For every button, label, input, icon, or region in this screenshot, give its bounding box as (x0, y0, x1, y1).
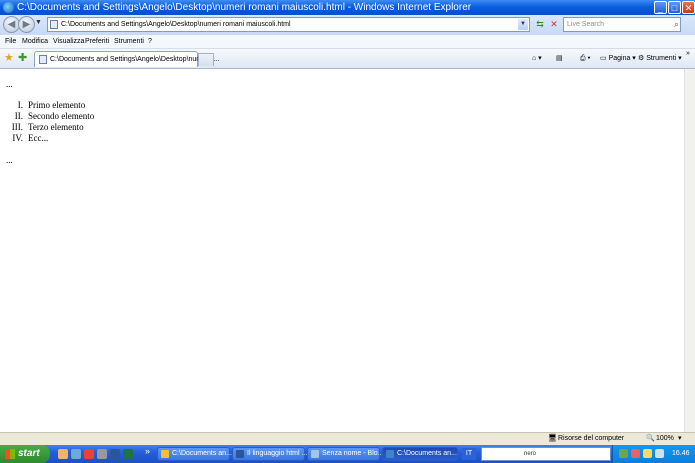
list-numeral: IV. (12, 133, 23, 143)
page-menu-icon: ▭ (600, 55, 609, 62)
list-numeral: III. (11, 122, 23, 132)
system-tray: 16.46 (612, 445, 695, 463)
tools-gear-icon: ⚙ (638, 55, 647, 62)
tray-arrow-icon[interactable] (619, 449, 628, 458)
tools-menu-button[interactable]: ⚙ Strumenti ▾ (638, 52, 682, 65)
taskbar-button-label: C:\Documents an... (172, 450, 232, 457)
windows-logo-icon (5, 449, 15, 459)
toolbar-overflow[interactable]: » (686, 47, 690, 60)
address-dropdown-icon[interactable]: ▼ (518, 19, 528, 30)
search-icon[interactable]: ⌕ (674, 18, 679, 31)
notepad-icon (311, 450, 319, 458)
word-doc-icon (236, 450, 244, 458)
tray-volume-icon[interactable] (655, 449, 664, 458)
taskbar-button-label: Senza nome - Blo... (322, 450, 384, 457)
word-icon[interactable] (110, 449, 120, 459)
list-numeral: II. (14, 111, 23, 121)
address-toolbar: ◀ ▶ ▼ C:\Documents and Settings\Angelo\D… (0, 15, 695, 35)
back-arrow-icon: ◀ (7, 19, 16, 30)
page-icon (50, 20, 58, 29)
start-label: start (18, 448, 40, 459)
clock: 16.46 (672, 450, 690, 457)
forward-arrow-icon: ▶ (22, 19, 31, 30)
nero-toolbar[interactable]: nero (481, 447, 611, 461)
start-button[interactable]: start (0, 445, 50, 463)
list-item-text: Terzo elemento (28, 122, 84, 132)
feeds-icon[interactable]: ▤ (556, 52, 563, 65)
add-favorite-icon[interactable]: ✚ (18, 52, 27, 64)
computer-zone-icon: 🖥 (548, 435, 557, 442)
refresh-button[interactable]: ⇆ (533, 18, 547, 31)
page-menu-label: Pagina (608, 55, 631, 62)
tools-menu-label: Strumenti (646, 55, 677, 62)
taskbar: start » C:\Documents an... Il linguaggio… (0, 445, 695, 463)
search-box[interactable]: Live Search ⌕ (563, 17, 681, 32)
menu-help[interactable]: ? (148, 35, 152, 48)
history-dropdown-icon[interactable]: ▼ (35, 19, 42, 26)
page-icon (39, 55, 47, 64)
maximize-button[interactable]: □ (668, 1, 681, 14)
menu-visualizza[interactable]: Visualizza (53, 35, 84, 48)
list-item-text: Secondo elemento (28, 111, 95, 121)
folder-icon (161, 450, 169, 458)
home-icon[interactable]: ⌂ ▾ (532, 52, 542, 65)
zoom-icon: 🔍 (646, 435, 655, 442)
ie-quicklaunch-icon[interactable] (84, 449, 94, 459)
forward-button[interactable]: ▶ (18, 16, 35, 33)
menu-modifica[interactable]: Modifica (22, 35, 48, 48)
address-url[interactable]: C:\Documents and Settings\Angelo\Desktop… (61, 18, 291, 31)
status-bar: 🖥 Risorse del computer 🔍 100% ▾ (0, 432, 695, 445)
tray-shield-icon[interactable] (631, 449, 640, 458)
zoom-level[interactable]: 100% (656, 433, 674, 445)
menu-file[interactable]: File (5, 35, 16, 48)
show-desktop-icon[interactable] (71, 449, 81, 459)
close-button[interactable]: ✕ (682, 1, 695, 14)
print-icon[interactable]: ⎙ ▾ (580, 52, 591, 65)
taskbar-button-notepad[interactable]: Senza nome - Blo... (307, 447, 384, 461)
tab-label: C:\Documents and Settings\Angelo\Desktop… (50, 56, 220, 63)
excel-icon[interactable] (123, 449, 133, 459)
bottom-ellipsis: ... (6, 155, 13, 165)
taskbar-button-label: C:\Documents an... (397, 450, 457, 457)
menu-bar: File Modifica Visualizza Preferiti Strum… (0, 35, 695, 49)
tray-network-icon[interactable] (643, 449, 652, 458)
tab-bar: ★ ✚ C:\Documents and Settings\Angelo\Des… (0, 49, 695, 69)
vertical-scrollbar[interactable] (684, 69, 695, 432)
search-placeholder: Live Search (567, 21, 604, 28)
list-item-text: Ecc... (28, 133, 49, 143)
favorites-star-icon[interactable]: ★ (4, 52, 14, 64)
page-content: ... I. Primo elemento II. Secondo elemento… (0, 69, 684, 432)
tab-current-page[interactable]: C:\Documents and Settings\Angelo\Desktop… (34, 51, 220, 67)
top-ellipsis: ... (6, 79, 13, 89)
quicklaunch-icon[interactable] (58, 449, 68, 459)
new-tab-button[interactable] (198, 53, 214, 66)
internet-explorer-icon (3, 2, 14, 13)
zoom-dropdown-icon[interactable]: ▾ (678, 433, 682, 445)
quicklaunch-overflow[interactable]: » (145, 446, 150, 456)
taskbar-button-ie[interactable]: C:\Documents an... (382, 447, 458, 461)
nero-label: nero (524, 451, 537, 457)
language-indicator[interactable]: IT (462, 448, 476, 460)
address-field[interactable]: C:\Documents and Settings\Angelo\Desktop… (47, 17, 530, 32)
list-numeral: I. (17, 100, 23, 110)
taskbar-button-explorer[interactable]: C:\Documents an... (157, 447, 232, 461)
page-menu-button[interactable]: ▭ Pagina ▾ (600, 52, 636, 65)
stop-button[interactable]: ✕ (547, 18, 561, 31)
title-bar: C:\Documents and Settings\Angelo\Desktop… (0, 0, 695, 15)
window-title: C:\Documents and Settings\Angelo\Desktop… (17, 2, 472, 13)
list-item-text: Primo elemento (28, 100, 86, 110)
minimize-button[interactable]: _ (654, 1, 667, 14)
menu-preferiti[interactable]: Preferiti (85, 35, 109, 48)
menu-strumenti[interactable]: Strumenti (114, 35, 144, 48)
taskbar-button-word[interactable]: Il linguaggio html ... (232, 447, 308, 461)
media-icon[interactable] (97, 449, 107, 459)
taskbar-button-label: Il linguaggio html ... (247, 450, 308, 457)
security-zone-label: Risorse del computer (558, 435, 625, 442)
ie-icon (386, 450, 394, 458)
